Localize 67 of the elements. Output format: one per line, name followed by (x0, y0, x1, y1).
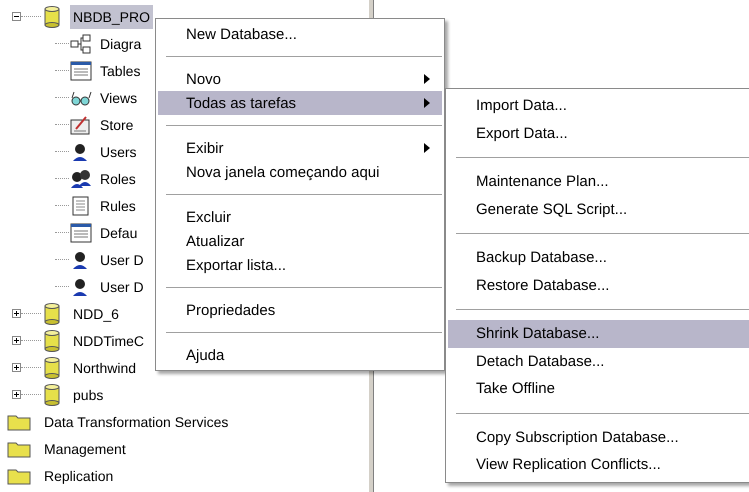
tree-item[interactable]: Roles (100, 170, 136, 186)
menu-item-label: Ajuda (186, 346, 226, 364)
tree-item[interactable]: Users (100, 144, 137, 160)
menu-item-label: Nova janela começando aqui (186, 164, 380, 180)
menu-item-label: Propriedades (186, 302, 276, 318)
expander[interactable] (12, 390, 21, 399)
menu-item[interactable]: New Database... (158, 22, 442, 46)
expander[interactable] (12, 336, 21, 345)
menu-item-label: Atualizar (186, 232, 246, 250)
menu-item-label: Exibir (186, 140, 225, 156)
tree-item[interactable]: Views (100, 90, 138, 106)
menu-item[interactable]: Nova janela começando aqui (158, 160, 442, 184)
menu-item-label: Todas as tarefas (186, 94, 298, 112)
database-icon (44, 384, 60, 406)
tree-item[interactable]: Replication (41, 464, 116, 488)
database-icon (44, 6, 60, 28)
menu-item-label: New Database... (186, 26, 298, 42)
menu-item[interactable]: Backup Database... (448, 244, 749, 272)
folder-icon (7, 412, 31, 430)
expander[interactable] (12, 363, 21, 372)
menu-item[interactable]: Restore Database... (448, 272, 749, 299)
menu-item[interactable]: Shrink Database... (448, 320, 749, 348)
menu-item[interactable]: Excluir (158, 205, 442, 229)
tree-item[interactable]: NDD_6 (70, 302, 122, 326)
tree-item[interactable]: NBDB_PRO (70, 4, 154, 28)
menu-item[interactable]: Import Data... (448, 92, 749, 120)
menu-item[interactable]: Ajuda (158, 343, 442, 367)
database-icon (44, 330, 60, 352)
menu-item[interactable]: Exibir (158, 136, 442, 160)
database-icon (44, 356, 60, 378)
menu-item[interactable]: Propriedades (158, 298, 442, 322)
menu-item[interactable]: Novo (158, 67, 442, 91)
tree-item[interactable]: Data Transformation Services (41, 410, 232, 434)
tree-item[interactable]: User D (100, 278, 144, 294)
diagram-icon (70, 34, 92, 54)
tree-item[interactable]: Northwind (70, 356, 140, 380)
users-icon (70, 168, 92, 188)
tree-item[interactable]: Management (41, 436, 129, 460)
menu-item-label: Excluir (186, 208, 232, 226)
table-icon (70, 222, 92, 242)
expander[interactable] (12, 12, 21, 21)
menu-item[interactable]: Todas as tarefas (158, 91, 442, 115)
menu-item[interactable]: View Replication Conflicts... (448, 451, 749, 478)
menu-item[interactable]: Maintenance Plan... (448, 168, 749, 196)
tree-item[interactable]: Defau (100, 224, 138, 240)
menu-item-label: Exportar lista... (186, 256, 288, 274)
menu-item-label: Novo (186, 70, 222, 88)
procedure-icon (70, 114, 92, 134)
menu-item[interactable]: Generate SQL Script... (448, 196, 749, 223)
expander[interactable] (12, 309, 21, 318)
tree-item[interactable]: Store (100, 116, 134, 132)
tree-item[interactable]: Rules (100, 198, 136, 214)
menu-item[interactable]: Detach Database... (448, 348, 749, 375)
tree-item[interactable]: NDDTimeC (70, 328, 148, 352)
database-icon (44, 302, 60, 324)
folder-icon (7, 466, 31, 484)
folder-icon (7, 440, 31, 458)
menu-item[interactable]: Atualizar (158, 229, 442, 253)
tree-item[interactable]: Tables (100, 62, 140, 78)
menu-item[interactable]: Exportar lista... (158, 253, 442, 277)
menu-item[interactable]: Export Data... (448, 120, 749, 147)
menu-item[interactable]: Copy Subscription Database... (448, 424, 749, 451)
menu-item[interactable]: Take Offline (448, 375, 749, 402)
tree-item[interactable]: pubs (70, 382, 106, 406)
table-icon (70, 60, 92, 80)
tree-item[interactable]: Diagra (100, 36, 142, 52)
tree-item[interactable]: User D (100, 252, 144, 268)
